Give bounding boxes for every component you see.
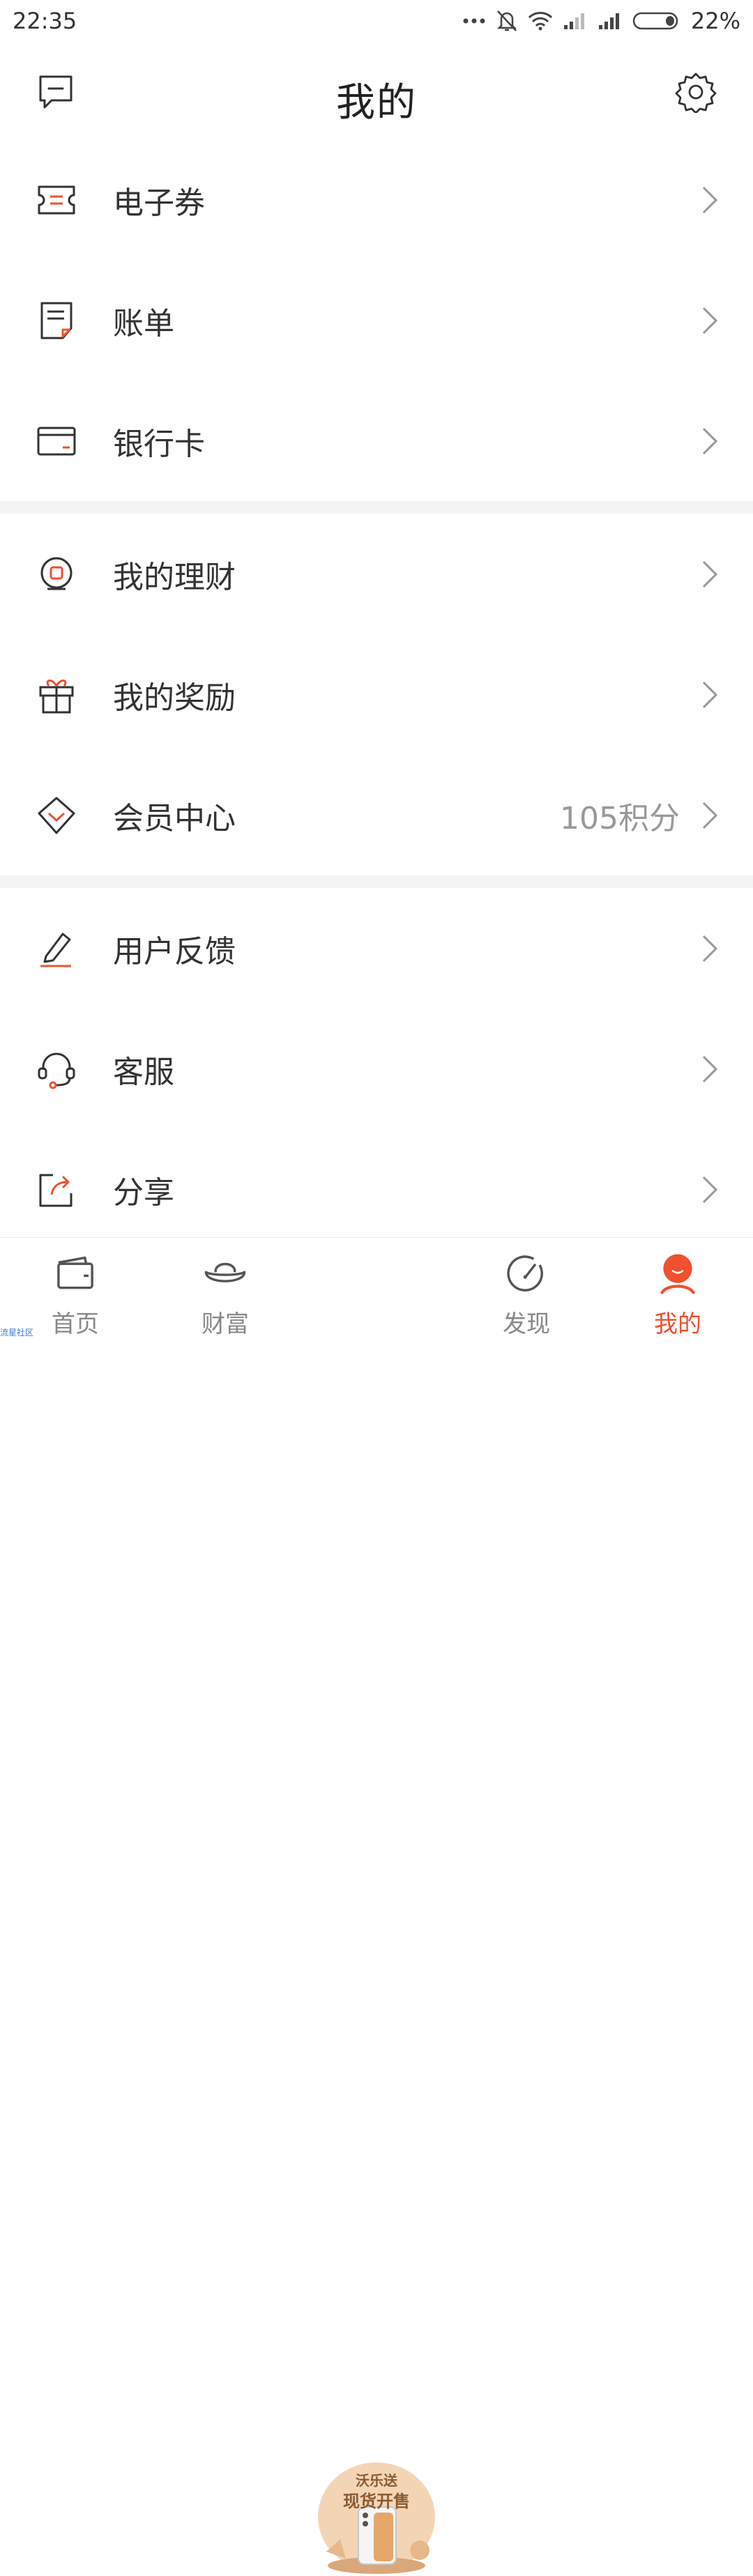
chevron-right-icon (702, 560, 718, 588)
chevron-right-icon (702, 1176, 718, 1203)
section-separator (0, 875, 753, 888)
menu-item-bank-card[interactable]: 银行卡 (0, 381, 753, 501)
bank-card-icon (37, 427, 76, 455)
tab-label: 财富 (201, 1310, 249, 1338)
promo-line2: 现货开售 (343, 2492, 410, 2511)
menu-item-bill[interactable]: 账单 (0, 260, 753, 381)
tab-label: 发现 (503, 1310, 550, 1338)
points-value: 105积分 (560, 800, 680, 836)
gear-icon[interactable] (675, 71, 717, 113)
tab-mine[interactable]: 我的 (622, 1238, 733, 1339)
menu-section-support: 用户反馈 客服 分享 (0, 888, 753, 1250)
status-icons: 22% (462, 8, 740, 34)
tab-discover[interactable]: 发现 (471, 1238, 582, 1339)
wifi-icon (528, 12, 552, 31)
menu-item-label: 银行卡 (113, 426, 205, 462)
menu-item-coupon[interactable]: 电子券 (0, 139, 753, 260)
member-diamond-icon (38, 797, 75, 834)
bill-icon (40, 302, 73, 339)
bell-off-icon (496, 10, 517, 31)
chevron-right-icon (702, 307, 718, 334)
page-title: 我的 (336, 80, 417, 125)
app-header: 我的 (0, 42, 753, 146)
ingot-icon (204, 1262, 246, 1282)
menu-section-accounts: 电子券 账单 银行卡 (0, 139, 753, 501)
menu-section-finance: 我的理财 我的奖励 会员中心 105积分 (0, 514, 753, 875)
chevron-right-icon (702, 186, 718, 213)
pencil-icon (40, 933, 71, 967)
wallet-icon (57, 1256, 93, 1289)
menu-item-label: 我的奖励 (113, 680, 236, 716)
more-dots-icon (463, 18, 485, 24)
menu-list: 电子券 账单 银行卡 我的理财 我的奖励 会员中心 105积分 用户反馈 客服 … (0, 139, 753, 1250)
compass-icon (507, 1255, 543, 1291)
chevron-right-icon (702, 1055, 718, 1082)
tab-home[interactable]: 首页 (20, 1238, 131, 1339)
tab-label: 我的 (654, 1310, 701, 1338)
bottom-tab-bar: 首页 财富 发现 我的 沃乐送 现货开售 (0, 1237, 753, 2574)
user-face-icon (660, 1254, 695, 1294)
promo-badge[interactable]: 沃乐送 现货开售 (315, 2461, 438, 2576)
watermark: 流星社区 (0, 1328, 34, 1337)
menu-item-my-finance[interactable]: 我的理财 (0, 514, 753, 634)
status-time: 22:35 (13, 8, 77, 34)
finance-icon (40, 557, 73, 590)
menu-item-label: 分享 (113, 1174, 174, 1211)
battery-icon (632, 12, 678, 30)
headset-icon (38, 1052, 75, 1089)
menu-item-customer-service[interactable]: 客服 (0, 1009, 753, 1129)
menu-item-label: 客服 (113, 1054, 174, 1090)
menu-item-my-rewards[interactable]: 我的奖励 (0, 634, 753, 755)
menu-item-label: 用户反馈 (113, 933, 236, 969)
chevron-right-icon (702, 681, 718, 708)
status-bar: 22:35 22% (0, 0, 753, 42)
signal-icon (563, 13, 584, 29)
menu-item-feedback[interactable]: 用户反馈 (0, 888, 753, 1009)
chevron-right-icon (702, 935, 718, 962)
menu-item-label: 账单 (113, 305, 174, 342)
menu-item-label: 我的理财 (113, 559, 236, 595)
signal-icon (598, 13, 619, 29)
coupon-icon (38, 185, 75, 214)
menu-item-label: 会员中心 (113, 800, 236, 836)
menu-item-member-center[interactable]: 会员中心 105积分 (0, 755, 753, 875)
menu-item-share[interactable]: 分享 (0, 1129, 753, 1250)
gift-icon (39, 679, 74, 713)
chevron-right-icon (702, 802, 718, 829)
promo-line1: 沃乐送 (356, 2472, 397, 2489)
tab-wealth[interactable]: 财富 (169, 1238, 281, 1339)
chevron-right-icon (702, 427, 718, 454)
share-icon (39, 1174, 73, 1206)
menu-item-label: 电子券 (113, 185, 205, 221)
section-separator (0, 501, 753, 514)
battery-percent: 22% (690, 8, 740, 34)
tab-label: 首页 (52, 1310, 99, 1338)
